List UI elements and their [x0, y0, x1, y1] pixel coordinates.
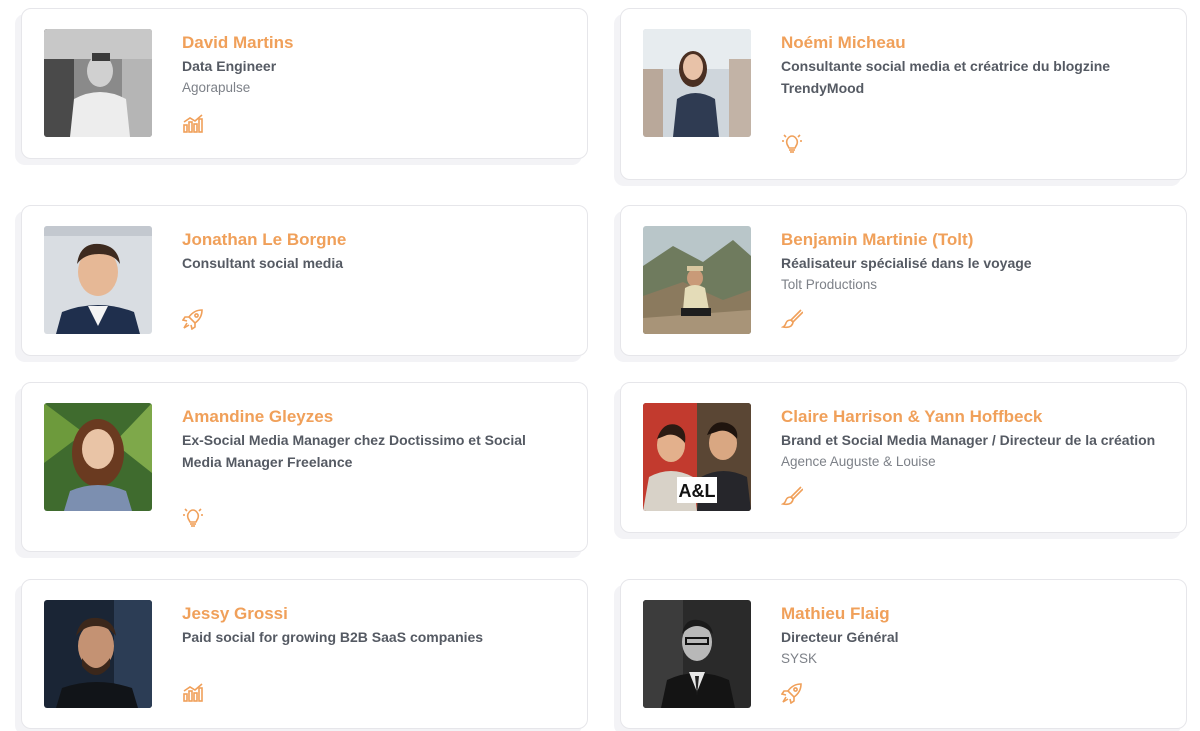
lightbulb-icon — [781, 133, 803, 155]
speaker-photo — [44, 226, 152, 334]
speaker-company: SYSK — [781, 651, 818, 666]
speaker-photo — [643, 600, 751, 708]
speaker-role: Brand et Social Media Manager / Directeu… — [781, 432, 1156, 448]
lightbulb-icon — [182, 507, 204, 529]
speaker-role: Ex-Social Media Manager chez Doctissimo … — [182, 432, 526, 470]
speaker-name[interactable]: Benjamin Martinie (Tolt) — [781, 228, 1162, 252]
speaker-name[interactable]: David Martins — [182, 31, 563, 55]
photo-badge-text: A&L — [679, 481, 716, 501]
speaker-role: Consultant social media — [182, 255, 344, 271]
paintbrush-icon — [781, 485, 803, 507]
speaker-photo — [643, 29, 751, 137]
speaker-card[interactable]: Jonathan Le Borgne Consultant social med… — [21, 205, 588, 356]
speaker-role: Data Engineer — [182, 58, 277, 74]
speaker-role: Directeur Général — [781, 629, 899, 645]
speaker-card[interactable]: Jessy Grossi Paid social for growing B2B… — [21, 579, 588, 729]
speaker-role: Réalisateur spécialisé dans le voyage — [781, 255, 1032, 271]
speaker-card[interactable]: Mathieu Flaig Directeur Général SYSK — [620, 579, 1187, 729]
chart-bars-icon — [182, 682, 204, 704]
speaker-name[interactable]: Mathieu Flaig — [781, 602, 1162, 626]
rocket-icon — [781, 682, 803, 704]
speaker-name[interactable]: Claire Harrison & Yann Hoffbeck — [781, 405, 1162, 429]
speaker-role: Consultante social media et créatrice du… — [781, 58, 1111, 96]
speaker-company: Agorapulse — [182, 80, 251, 95]
speaker-photo: A&L — [643, 403, 751, 511]
speaker-name[interactable]: Jonathan Le Borgne — [182, 228, 563, 252]
paintbrush-icon — [781, 308, 803, 330]
speaker-company: Agence Auguste & Louise — [781, 454, 936, 469]
speaker-card[interactable]: Noémi Micheau Consultante social media e… — [620, 8, 1187, 180]
speaker-name[interactable]: Jessy Grossi — [182, 602, 563, 626]
speaker-card[interactable]: A&L Claire Harrison & Yann Hoffbeck Bran… — [620, 382, 1187, 533]
speaker-photo — [44, 600, 152, 708]
speaker-photo — [44, 403, 152, 511]
speaker-card[interactable]: David Martins Data Engineer Agorapulse — [21, 8, 588, 159]
chart-bars-icon — [182, 113, 204, 135]
speaker-card[interactable]: Benjamin Martinie (Tolt) Réalisateur spé… — [620, 205, 1187, 356]
speaker-photo — [643, 226, 751, 334]
speaker-photo — [44, 29, 152, 137]
speaker-company: Tolt Productions — [781, 277, 878, 292]
speaker-name[interactable]: Noémi Micheau — [781, 31, 1162, 55]
speaker-name[interactable]: Amandine Gleyzes — [182, 405, 563, 429]
rocket-icon — [182, 308, 204, 330]
speaker-role: Paid social for growing B2B SaaS compani… — [182, 629, 484, 645]
speaker-card[interactable]: Amandine Gleyzes Ex-Social Media Manager… — [21, 382, 588, 552]
